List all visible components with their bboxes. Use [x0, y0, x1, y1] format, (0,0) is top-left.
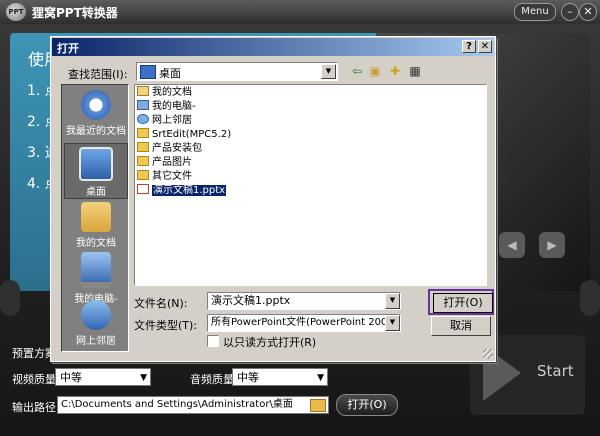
chevron-down-icon[interactable]: ▼	[385, 293, 400, 309]
video-quality-label: 视频质量:	[12, 373, 60, 386]
output-path-field[interactable]: C:\Documents and Settings\Administrator\…	[57, 396, 329, 414]
pptx-file-icon	[137, 184, 149, 194]
menu-label: Menu	[521, 6, 549, 17]
open-button-highlight: 打开(O)	[428, 289, 494, 315]
close-button[interactable]: ✕	[579, 3, 597, 21]
list-item[interactable]: 我的文档	[137, 86, 192, 100]
lookin-select[interactable]: 桌面 ▼	[136, 62, 338, 81]
chevron-down-icon[interactable]: ▼	[385, 315, 400, 331]
place-network[interactable]: 网上邻居	[64, 297, 128, 353]
new-folder-icon[interactable]: ✚	[387, 64, 403, 78]
desktop-icon	[140, 65, 156, 79]
dialog-title: 打开	[57, 42, 79, 55]
cancel-button[interactable]: 取消	[431, 316, 491, 336]
file-name: 产品图片	[152, 157, 192, 168]
file-name: SrtEdit(MPC5.2)	[152, 129, 232, 140]
help-button[interactable]: ?	[462, 40, 476, 53]
audio-quality-label: 音频质量:	[190, 373, 238, 386]
place-label: 桌面	[86, 187, 106, 198]
filetype-label: 文件类型(T):	[134, 319, 198, 332]
open-folder-button[interactable]: 打开(O)	[336, 394, 398, 416]
filetype-value: 所有PowerPoint文件(PowerPoint 2000-20	[211, 317, 401, 328]
places-bar: 我最近的文档 桌面 我的文档 我的电脑- 网上邻居	[61, 84, 129, 352]
minimize-button[interactable]: –	[561, 3, 579, 21]
folder-icon	[137, 156, 149, 166]
file-name: 其它文件	[152, 171, 192, 182]
filename-value: 演示文稿1.pptx	[211, 294, 291, 307]
view-menu-icon[interactable]: ▦	[407, 64, 423, 78]
folder-icon	[137, 142, 149, 152]
left-knob	[0, 280, 20, 316]
list-item-selected[interactable]: 演示文稿1.pptx	[137, 184, 228, 198]
video-quality-value: 中等	[60, 371, 82, 384]
start-label: Start	[537, 362, 574, 380]
resize-grip-icon[interactable]	[483, 349, 493, 359]
my-computer-icon	[137, 100, 149, 110]
folder-icon	[137, 170, 149, 180]
audio-quality-value: 中等	[237, 371, 259, 384]
open-button[interactable]: 打开(O)	[433, 293, 493, 313]
list-item[interactable]: 产品图片	[137, 156, 192, 170]
file-list[interactable]: 我的文档 我的电脑- 网上邻居 SrtEdit(MPC5.2) 产品安装包 产品…	[134, 84, 487, 286]
right-knob	[580, 280, 600, 316]
my-documents-icon	[81, 202, 111, 232]
next-frame-icon[interactable]: ▶	[539, 232, 565, 258]
file-name: 产品安装包	[152, 143, 202, 154]
readonly-label: 以只读方式打开(R)	[223, 336, 317, 349]
dialog-titlebar: 打开 ? ✕	[52, 38, 494, 56]
list-item[interactable]: 网上邻居	[137, 114, 192, 128]
folder-icon	[137, 128, 149, 138]
place-desktop[interactable]: 桌面	[64, 143, 128, 199]
list-item[interactable]: SrtEdit(MPC5.2)	[137, 128, 231, 142]
prev-frame-icon[interactable]: ◀	[499, 232, 525, 258]
lookin-value: 桌面	[159, 67, 181, 80]
back-arrow-icon[interactable]: ⇦	[349, 64, 365, 78]
place-my-documents[interactable]: 我的文档	[64, 199, 128, 255]
place-recent[interactable]: 我最近的文档	[64, 87, 128, 143]
filetype-select[interactable]: 所有PowerPoint文件(PowerPoint 2000-20 ▼	[207, 314, 401, 332]
chevron-down-icon: ▼	[317, 373, 324, 383]
app-logo-icon: PPT	[6, 3, 26, 21]
desktop-icon	[79, 147, 113, 181]
readonly-checkbox[interactable]	[207, 335, 219, 347]
folder-icon[interactable]	[310, 399, 326, 412]
network-icon	[137, 114, 149, 124]
menu-button[interactable]: Menu	[514, 3, 556, 21]
file-name: 网上邻居	[152, 115, 192, 126]
up-folder-icon[interactable]: ▣	[367, 64, 383, 78]
network-icon	[81, 300, 111, 330]
video-quality-select[interactable]: 中等 ▼	[55, 368, 151, 386]
filename-input[interactable]: 演示文稿1.pptx ▼	[207, 292, 401, 310]
list-item[interactable]: 产品安装包	[137, 142, 202, 156]
my-computer-icon	[81, 252, 111, 288]
output-path-label: 输出路径:	[12, 401, 60, 414]
place-label: 网上邻居	[76, 336, 116, 347]
filename-label: 文件名(N):	[134, 297, 188, 310]
lookin-label: 查找范围(I):	[68, 68, 128, 81]
chevron-down-icon[interactable]: ▼	[321, 64, 336, 79]
my-documents-icon	[137, 86, 149, 96]
file-name: 我的文档	[152, 87, 192, 98]
list-item[interactable]: 其它文件	[137, 170, 192, 184]
output-path-value: C:\Documents and Settings\Administrator\…	[61, 399, 293, 410]
audio-quality-select[interactable]: 中等 ▼	[232, 368, 328, 386]
file-name: 演示文稿1.pptx	[150, 184, 228, 197]
dialog-close-button[interactable]: ✕	[478, 40, 492, 53]
file-name: 我的电脑-	[152, 101, 196, 112]
place-label: 我最近的文档	[66, 126, 126, 137]
app-titlebar: PPT 狸窝PPT转换器 Menu – ✕	[0, 0, 600, 24]
list-item[interactable]: 我的电脑-	[137, 100, 196, 114]
app-title: 狸窝PPT转换器	[32, 6, 118, 20]
recent-docs-icon	[81, 90, 111, 120]
open-dialog: 打开 ? ✕ 查找范围(I): 桌面 ▼ ⇦ ▣ ✚ ▦ 我最近的文档 桌面 我…	[50, 36, 496, 362]
place-label: 我的文档	[76, 238, 116, 249]
chevron-down-icon: ▼	[140, 373, 147, 383]
